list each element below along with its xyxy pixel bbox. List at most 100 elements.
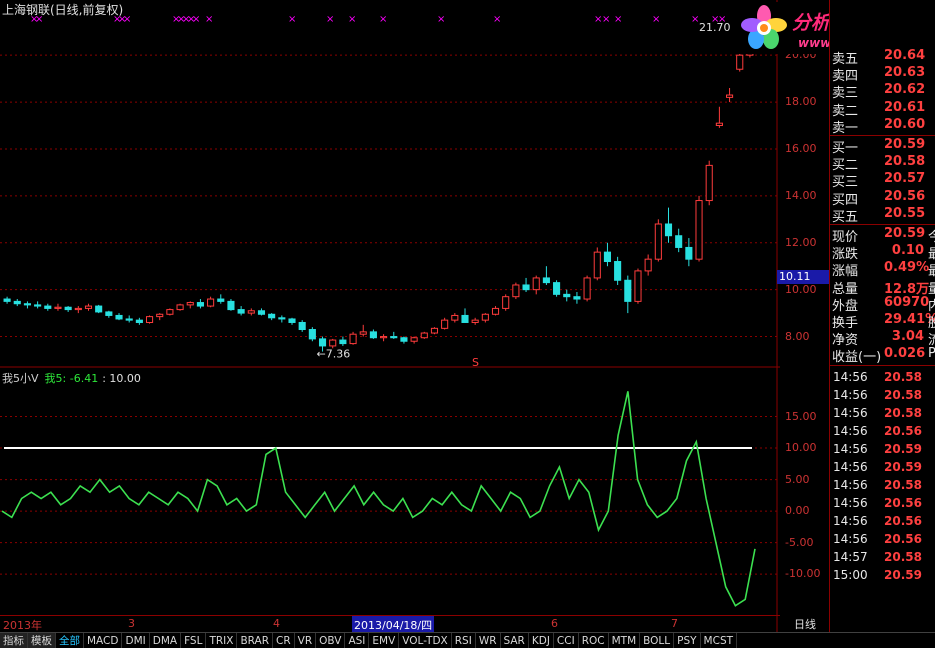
candle-body bbox=[522, 284, 530, 291]
bid-row-value: 20.57 bbox=[884, 171, 926, 187]
indicator-tab[interactable]: BRAR bbox=[237, 633, 273, 648]
candle-body bbox=[685, 246, 693, 260]
candle-body bbox=[400, 337, 408, 342]
quote-panel: 卖五 20.64 卖四 20.63 卖三 20.62 卖二 20.61 卖一 20.60 买一 20.… bbox=[829, 0, 935, 632]
indicator-tab[interactable]: FSL bbox=[181, 633, 207, 648]
candle-body bbox=[573, 296, 581, 300]
indicator-tab[interactable]: 模板 bbox=[28, 633, 56, 648]
indicator-tick-label: 15.00 bbox=[785, 409, 817, 423]
date-label-jul: 7 bbox=[671, 617, 678, 630]
date-label-jun: 6 bbox=[551, 617, 558, 630]
candle-body bbox=[34, 304, 42, 307]
signal-x-marker: × bbox=[326, 14, 334, 25]
ask-row-value: 20.63 bbox=[884, 65, 926, 81]
indicator-tab[interactable]: VOL-TDX bbox=[399, 633, 452, 648]
indicator-tab[interactable]: EMV bbox=[369, 633, 400, 648]
indicator-tab[interactable]: PSY bbox=[674, 633, 701, 648]
trade-tick-time: 14:57 bbox=[833, 549, 868, 564]
candle-body bbox=[288, 318, 296, 323]
indicator-tab[interactable]: 指标 bbox=[0, 633, 28, 648]
indicator-tab[interactable]: MTM bbox=[609, 633, 641, 648]
stat-row-label: 收益(一) bbox=[832, 350, 882, 366]
candle-body bbox=[308, 329, 316, 340]
signal-x-marker: × bbox=[379, 14, 387, 25]
indicator-tab[interactable]: MACD bbox=[84, 633, 123, 648]
candle-body bbox=[542, 277, 550, 284]
ask-row-label: 卖一 bbox=[832, 120, 859, 136]
price-tick-label: 12.00 bbox=[785, 235, 817, 249]
candle-body bbox=[675, 235, 683, 248]
indicator-tab[interactable]: OBV bbox=[316, 633, 346, 648]
indicator-tick-label: 0.00 bbox=[785, 504, 810, 518]
ask-row: 卖一 20.60 bbox=[830, 117, 935, 136]
bid-row: 买五 20.55 bbox=[830, 206, 935, 225]
price-tick-label: 8.00 bbox=[785, 329, 810, 343]
trade-tick-time: 14:56 bbox=[833, 459, 868, 474]
candle-body bbox=[156, 313, 164, 318]
candle-body bbox=[84, 305, 93, 309]
panel-separator bbox=[830, 224, 935, 225]
candle-body bbox=[502, 296, 510, 309]
stat-row: 涨跌 0.10 最 bbox=[830, 243, 935, 263]
indicator-series-value: : -6.41 bbox=[62, 372, 99, 385]
candle-body bbox=[624, 279, 632, 302]
indicator-tab[interactable]: KDJ bbox=[529, 633, 554, 648]
indicator-tab[interactable]: ASI bbox=[345, 633, 370, 648]
peak-price-label: 21.70 bbox=[699, 21, 731, 34]
indicator-tab[interactable]: CR bbox=[273, 633, 295, 648]
stat-row-extra: 流 bbox=[928, 333, 935, 349]
candle-body bbox=[135, 319, 143, 323]
indicator-param: : 10.00 bbox=[102, 372, 141, 385]
trade-tick-row: 14:56 20.59 bbox=[830, 442, 935, 460]
signal-x-marker: × bbox=[192, 14, 200, 25]
price-tick-label: 16.00 bbox=[785, 141, 817, 155]
candle-body bbox=[563, 293, 571, 298]
candle-body bbox=[268, 313, 276, 319]
indicator-tab[interactable]: 全部 bbox=[56, 633, 84, 648]
indicator-tab[interactable]: RSI bbox=[452, 633, 476, 648]
indicator-tab[interactable]: VR bbox=[295, 633, 317, 648]
trade-tick-price: 20.58 bbox=[884, 549, 922, 564]
candle-body bbox=[74, 307, 82, 311]
price-and-indicator-chart[interactable]: ×× ××× ××××× × × × × × × × × × × × × ××S←7.36 bbox=[0, 0, 780, 632]
stat-row-extra: 股 bbox=[928, 316, 935, 331]
trade-tick-time: 14:56 bbox=[833, 369, 868, 384]
indicator-tab[interactable]: BOLL bbox=[640, 633, 675, 648]
stat-row: 收益(一) 0.026 P bbox=[830, 346, 935, 366]
ask-row: 卖三 20.62 bbox=[830, 82, 935, 101]
indicator-tab[interactable]: SAR bbox=[501, 633, 529, 648]
current-price-tag: 10.11 bbox=[777, 270, 829, 284]
candle-body bbox=[115, 314, 123, 320]
trade-tick-time: 14:56 bbox=[833, 531, 868, 546]
indicator-tab[interactable]: DMA bbox=[150, 633, 182, 648]
stat-row-extra: 最 bbox=[928, 247, 935, 263]
candle-body bbox=[644, 258, 652, 272]
indicator-tab[interactable]: MCST bbox=[701, 633, 738, 648]
indicator-tab[interactable]: ROC bbox=[579, 633, 609, 648]
ask-row-label: 卖二 bbox=[832, 103, 859, 119]
indicator-tick-label: -10.00 bbox=[785, 567, 821, 581]
indicator-tab[interactable]: CCI bbox=[554, 633, 579, 648]
candle-body bbox=[54, 306, 62, 309]
stat-row-extra: P bbox=[928, 346, 935, 362]
stat-row-extra: 最 bbox=[928, 264, 935, 280]
bid-row-label: 买一 bbox=[832, 141, 859, 156]
trade-tick-time: 14:56 bbox=[833, 441, 868, 456]
candle-body bbox=[451, 314, 459, 321]
trade-tick-price: 20.58 bbox=[884, 477, 922, 492]
stat-row-value: 60970 bbox=[884, 294, 930, 310]
bid-row: 买四 20.56 bbox=[830, 189, 935, 208]
indicator-tab[interactable]: TRIX bbox=[206, 633, 238, 648]
bid-row-label: 买三 bbox=[832, 175, 859, 191]
trade-tick-row: 14:56 20.56 bbox=[830, 424, 935, 442]
indicator-tab[interactable]: WR bbox=[476, 633, 501, 648]
indicator-tab[interactable]: DMI bbox=[122, 633, 150, 648]
stat-row-label: 涨幅 bbox=[832, 264, 859, 280]
candle-body bbox=[715, 122, 723, 127]
chart-area[interactable]: × × × × × × × × × × × × × × × × × × × × × × × × S ←7.36 上海钢联(日线,前… bbox=[0, 0, 780, 634]
candle-body bbox=[298, 321, 306, 331]
candle-body bbox=[166, 309, 174, 315]
period-selector[interactable]: 日线 bbox=[781, 616, 829, 632]
trade-tick-row: 14:57 20.58 bbox=[830, 550, 935, 568]
trade-tick-price: 20.59 bbox=[884, 567, 922, 582]
